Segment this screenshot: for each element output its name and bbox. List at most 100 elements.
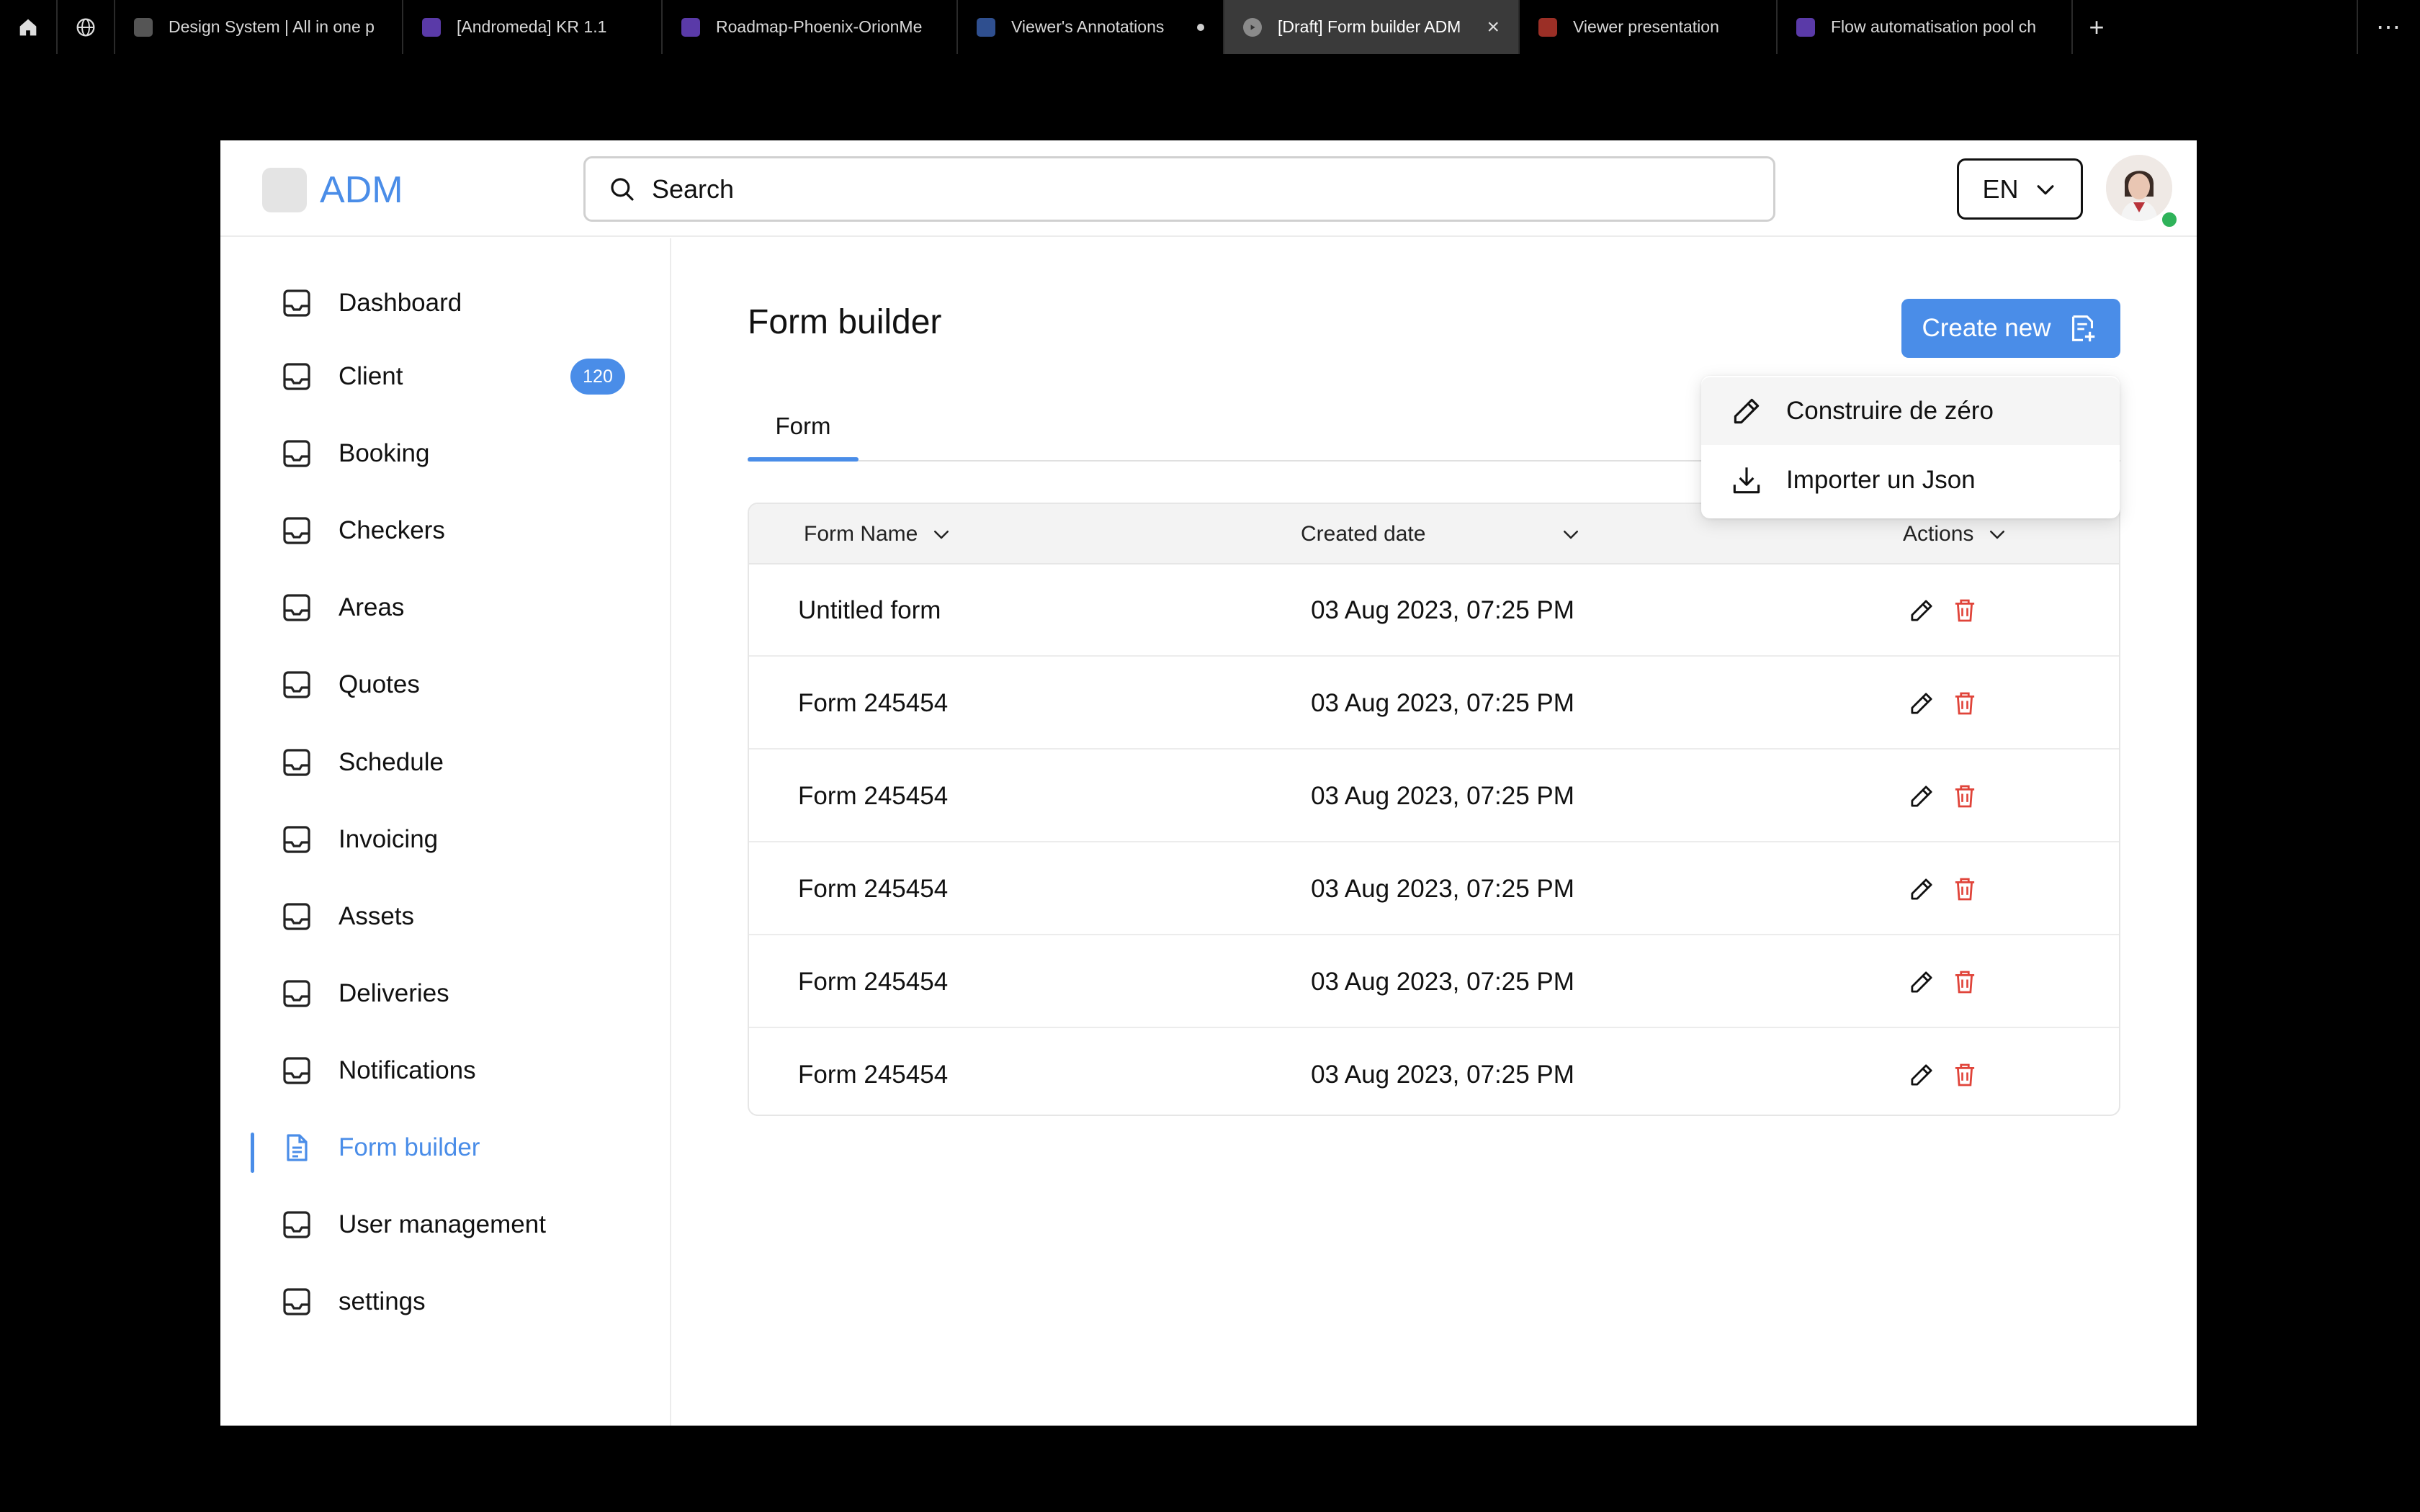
created-date-cell: 03 Aug 2023, 07:25 PM	[1311, 968, 1574, 996]
column-label: Form Name	[804, 522, 918, 546]
sidebar-item-areas[interactable]: Areas	[279, 582, 625, 633]
sidebar-item-checkers[interactable]: Checkers	[279, 505, 625, 556]
table-row[interactable]: Form 245454 03 Aug 2023, 07:25 PM	[749, 843, 2119, 935]
new-tab-button[interactable]: +	[2073, 0, 2120, 54]
create-new-button[interactable]: Create new	[1901, 299, 2120, 358]
sidebar-item-booking[interactable]: Booking	[279, 428, 625, 479]
table-row[interactable]: Form 245454 03 Aug 2023, 07:25 PM	[749, 1029, 2119, 1115]
sidebar-item-label: Booking	[339, 439, 430, 467]
sidebar-item-user-management[interactable]: User management	[279, 1200, 625, 1250]
inbox-icon	[283, 749, 310, 776]
pencil-icon	[1911, 693, 1932, 714]
edit-button[interactable]	[1904, 686, 1939, 721]
inbox-icon	[283, 826, 310, 853]
download-icon	[1733, 467, 1760, 494]
edit-button[interactable]	[1904, 779, 1939, 814]
figjam-file-icon	[681, 17, 700, 37]
inbox-icon	[283, 594, 310, 621]
avatar[interactable]	[2106, 155, 2172, 221]
close-tab-icon[interactable]: ×	[1487, 15, 1500, 40]
delete-button[interactable]	[1948, 1058, 1982, 1092]
sidebar-item-settings[interactable]: settings	[279, 1277, 625, 1327]
logo-text: ADM	[320, 169, 403, 211]
delete-button[interactable]	[1948, 965, 1982, 999]
figjam-file-icon	[422, 17, 441, 37]
sidebar-item-label: Deliveries	[339, 979, 449, 1007]
inbox-icon	[283, 671, 310, 698]
inbox-icon	[283, 363, 310, 390]
document-icon	[287, 1134, 308, 1161]
chevron-down-icon	[2037, 184, 2053, 194]
browser-tab-roadmap[interactable]: Roadmap-Phoenix-OrionMe	[663, 0, 958, 54]
form-name-cell: Untitled form	[798, 596, 941, 624]
edit-button[interactable]	[1904, 965, 1939, 999]
sidebar-item-form-builder[interactable]: Form builder	[279, 1122, 625, 1173]
sidebar-item-label: settings	[339, 1287, 426, 1315]
table-row[interactable]: Form 245454 03 Aug 2023, 07:25 PM	[749, 750, 2119, 842]
tab-title: [Andromeda] KR 1.1	[457, 17, 607, 36]
sidebar-item-client[interactable]: Client 120	[279, 351, 625, 402]
sidebar-item-invoicing[interactable]: Invoicing	[279, 814, 625, 865]
globe-icon	[76, 18, 95, 36]
form-name-cell: Form 245454	[798, 968, 949, 996]
trash-icon	[1955, 785, 1975, 808]
inbox-icon	[283, 1057, 310, 1084]
trash-icon	[1955, 599, 1975, 622]
sidebar-item-label: Invoicing	[339, 825, 439, 853]
browser-tab-flow-automatisation[interactable]: Flow automatisation pool ch	[1778, 0, 2073, 54]
tab-title: Design System | All in one p	[169, 17, 375, 36]
home-icon	[19, 19, 37, 35]
delete-button[interactable]	[1948, 686, 1982, 721]
browser-tab-andromeda[interactable]: [Andromeda] KR 1.1	[403, 0, 663, 54]
edit-button[interactable]	[1904, 1058, 1939, 1092]
tab-label: Form	[775, 413, 831, 439]
browser-tab-form-builder[interactable]: [Draft] Form builder ADM ×	[1224, 0, 1520, 54]
edit-button[interactable]	[1904, 872, 1939, 906]
inbox-icon	[283, 903, 310, 930]
tab-title: Viewer presentation	[1573, 17, 1719, 36]
menu-item-importer-un-json[interactable]: Importer un Json	[1701, 446, 2120, 514]
language-value: EN	[1982, 174, 2019, 204]
slides-file-icon	[1538, 17, 1557, 37]
sidebar-item-quotes[interactable]: Quotes	[279, 660, 625, 710]
search-bar[interactable]	[583, 156, 1775, 222]
tab-form[interactable]: Form	[748, 407, 859, 462]
add-document-icon	[2072, 315, 2095, 342]
tab-title: Viewer's Annotations	[1011, 17, 1165, 36]
more-menu-button[interactable]: ⋯	[2357, 0, 2420, 54]
table-row[interactable]: Form 245454 03 Aug 2023, 07:25 PM	[749, 936, 2119, 1028]
column-header-form-name[interactable]: Form Name	[804, 504, 952, 564]
edit-button[interactable]	[1904, 593, 1939, 628]
page-title: Form builder	[748, 303, 942, 341]
sidebar-item-assets[interactable]: Assets	[279, 891, 625, 942]
column-header-created-date[interactable]: Created date	[1301, 504, 1582, 564]
sidebar-item-notifications[interactable]: Notifications	[279, 1045, 625, 1096]
table-row[interactable]: Form 245454 03 Aug 2023, 07:25 PM	[749, 657, 2119, 750]
figma-file-icon	[977, 17, 995, 37]
sidebar-item-label: Client	[339, 362, 403, 390]
trash-icon	[1955, 692, 1975, 715]
inbox-icon	[283, 980, 310, 1007]
delete-button[interactable]	[1948, 872, 1982, 906]
column-label: Actions	[1903, 522, 1974, 546]
inbox-icon	[283, 440, 310, 467]
menu-item-construire-de-zero[interactable]: Construire de zéro	[1701, 377, 2120, 445]
column-label: Created date	[1301, 522, 1426, 546]
delete-button[interactable]	[1948, 779, 1982, 814]
sidebar-item-deliveries[interactable]: Deliveries	[279, 968, 625, 1019]
browser-tab-viewers-annotations[interactable]: Viewer's Annotations	[958, 0, 1224, 54]
home-button[interactable]	[0, 0, 58, 54]
search-input[interactable]	[652, 174, 1732, 204]
created-date-cell: 03 Aug 2023, 07:25 PM	[1311, 875, 1574, 903]
language-selector[interactable]: EN	[1957, 158, 2083, 220]
globe-button[interactable]	[58, 0, 115, 54]
sidebar-item-schedule[interactable]: Schedule	[279, 737, 625, 788]
table-row[interactable]: Untitled form 03 Aug 2023, 07:25 PM	[749, 564, 2119, 657]
delete-button[interactable]	[1948, 593, 1982, 628]
browser-tab-design-system[interactable]: Design System | All in one p	[115, 0, 403, 54]
count-badge: 120	[570, 359, 625, 395]
sidebar-item-dashboard[interactable]: Dashboard	[279, 278, 625, 328]
sidebar-item-label: User management	[339, 1210, 546, 1238]
inbox-icon	[283, 1288, 310, 1315]
browser-tab-viewer-presentation[interactable]: Viewer presentation	[1520, 0, 1778, 54]
